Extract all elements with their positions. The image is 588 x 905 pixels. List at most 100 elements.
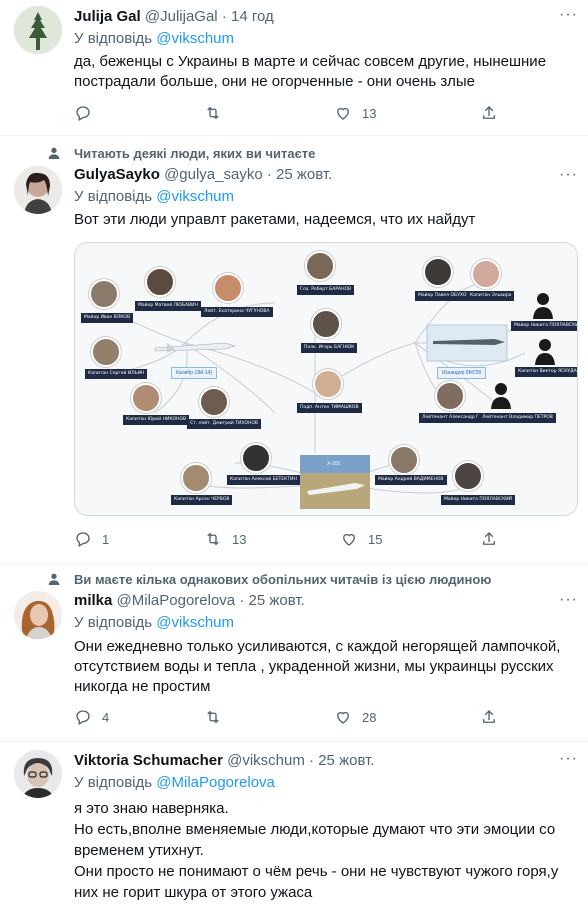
portrait	[435, 381, 465, 411]
reply-icon	[76, 106, 90, 121]
person-label: Майор Никита ПОЯЛАВСКИЙ	[511, 321, 577, 331]
portrait	[389, 445, 419, 475]
share-icon	[483, 106, 495, 119]
tweet-date[interactable]: 25 жовт.	[318, 752, 374, 769]
reply-prefix: У відповідь	[74, 188, 153, 205]
person-label: Лейтенант Владимир ПЕТРОВ	[479, 413, 556, 423]
retweet-icon	[207, 106, 219, 120]
more-options-icon[interactable]: ···	[559, 166, 578, 184]
reply-to-link[interactable]: @MilaPogorelova	[156, 774, 275, 791]
avatar[interactable]	[14, 591, 62, 639]
reply-icon	[76, 710, 90, 725]
share-button[interactable]	[480, 530, 498, 548]
avatar[interactable]	[14, 750, 62, 798]
heart-icon	[337, 711, 349, 724]
text-line: Они ежедневно только усиливаются, с кажд…	[74, 638, 561, 655]
tweet-viktoria[interactable]: Viktoria Schumacher @vikschum · 25 жовт.…	[0, 742, 588, 905]
portrait	[241, 443, 271, 473]
person-label: Гла. Роберт БАРАНОВ	[297, 285, 355, 295]
person-label: Майор Андрей ВАДИМЕНОВ	[375, 475, 447, 485]
author-handle[interactable]: @JulijaGal	[145, 8, 218, 25]
avatar[interactable]	[14, 6, 62, 54]
share-icon	[483, 710, 495, 723]
text-line: временем утихнут.	[74, 842, 204, 859]
separator: ·	[239, 592, 245, 609]
like-button[interactable]: 28	[334, 708, 376, 726]
author-handle[interactable]: @vikschum	[227, 752, 305, 769]
author-handle[interactable]: @MilaPogorelova	[117, 592, 236, 609]
social-context: Ви маєте кілька однакових обопільних чит…	[74, 572, 492, 587]
share-button[interactable]	[480, 104, 498, 122]
person-label: Подп. Антон ТИМАШКОВ	[297, 403, 362, 413]
retweet-button[interactable]	[204, 708, 232, 726]
person-label: Лейт. Екатерина ЧУГУНОВА	[201, 307, 273, 317]
heart-icon	[343, 533, 355, 546]
portrait	[311, 309, 341, 339]
missile-label: Калибр (3М-14)	[171, 367, 217, 379]
avatar[interactable]	[14, 166, 62, 214]
missile-kalibr	[154, 342, 237, 353]
author-name[interactable]: GulyaSayko	[74, 166, 160, 183]
silhouette-icon	[533, 293, 553, 319]
reply-icon	[76, 532, 90, 547]
reply-button[interactable]	[74, 104, 102, 122]
reply-context: У відповідь @vikschum	[74, 614, 234, 631]
reply-to-link[interactable]: @vikschum	[156, 614, 234, 631]
person-label: Капитан Виктор ЯСКУДАЙНЕН	[515, 367, 577, 377]
text-line: Но есть,вполне вменяемые люди,которые ду…	[74, 821, 556, 838]
portrait	[423, 257, 453, 287]
person-icon	[48, 147, 60, 159]
person-label: Капитан Арсен ЧЕРВОВ	[171, 495, 233, 505]
tweet-date[interactable]: 25 жовт.	[249, 592, 305, 609]
more-options-icon[interactable]: ···	[559, 6, 578, 24]
portrait	[199, 387, 229, 417]
retweet-button[interactable]	[204, 104, 232, 122]
like-button[interactable]: 13	[334, 104, 376, 122]
reply-context: У відповідь @MilaPogorelova	[74, 774, 275, 791]
separator: ·	[266, 166, 272, 183]
reply-to-link[interactable]: @vikschum	[156, 30, 234, 47]
reply-context: У відповідь @vikschum	[74, 30, 234, 47]
more-options-icon[interactable]: ···	[559, 750, 578, 768]
like-button[interactable]: 15	[340, 530, 382, 548]
tweet-julija[interactable]: Julija Gal @JulijaGal · 14 год ··· У від…	[0, 0, 588, 134]
text-line: никогда не простим	[74, 678, 211, 695]
portrait	[471, 259, 501, 289]
share-button[interactable]	[480, 708, 498, 726]
share-icon	[483, 532, 495, 545]
retweet-icon	[207, 532, 219, 546]
tweet-text: Вот эти люди управлт ракетами, надеемся,…	[74, 210, 475, 230]
text-line: да, беженцы с Украины в марте и сейчас с…	[74, 53, 547, 70]
more-options-icon[interactable]: ···	[559, 591, 578, 609]
tweet-date[interactable]: 14 год	[231, 8, 274, 25]
tweet-actions: 1 13 15	[74, 530, 514, 550]
retweet-button[interactable]: 13	[204, 530, 246, 548]
portrait	[313, 369, 343, 399]
person-label: Полк. Игорь БАГНЮК	[301, 343, 358, 353]
reply-button[interactable]: 1	[74, 530, 109, 548]
author-name[interactable]: Viktoria Schumacher	[74, 752, 223, 769]
reply-prefix: У відповідь	[74, 774, 153, 791]
person-label: Майор Никита ПОЯЛАВСКИЙ	[441, 495, 516, 505]
tweet-date[interactable]: 25 жовт.	[276, 166, 332, 183]
missile-label: Искандер 9М728	[437, 367, 487, 379]
person-label: Капитан Алексей БЕТЕКТИН	[227, 475, 300, 485]
tweet-media-image[interactable]: Майор Иван ВЛКОВ Майор Матвей ЛЮБАВИН Ле…	[74, 242, 578, 516]
reply-to-link[interactable]: @vikschum	[156, 188, 234, 205]
separator: ·	[309, 752, 315, 769]
person-label: Капитан Эльвира	[467, 291, 515, 301]
social-context: Читають деякі люди, яких ви читаєте	[74, 146, 316, 161]
reply-prefix: У відповідь	[74, 614, 153, 631]
text-line: я это знаю наверняка.	[74, 800, 229, 817]
separator: ·	[221, 8, 227, 25]
tweet-actions: 4 28	[74, 708, 514, 728]
heart-icon	[337, 107, 349, 120]
author-name[interactable]: milka	[74, 592, 112, 609]
tweet-milka[interactable]: Ви маєте кілька однакових обопільних чит…	[0, 565, 588, 741]
reply-button[interactable]: 4	[74, 708, 109, 726]
portrait	[181, 463, 211, 493]
portrait	[453, 461, 483, 491]
author-name[interactable]: Julija Gal	[74, 8, 141, 25]
author-handle[interactable]: @gulya_sayko	[164, 166, 263, 183]
portrait	[91, 337, 121, 367]
